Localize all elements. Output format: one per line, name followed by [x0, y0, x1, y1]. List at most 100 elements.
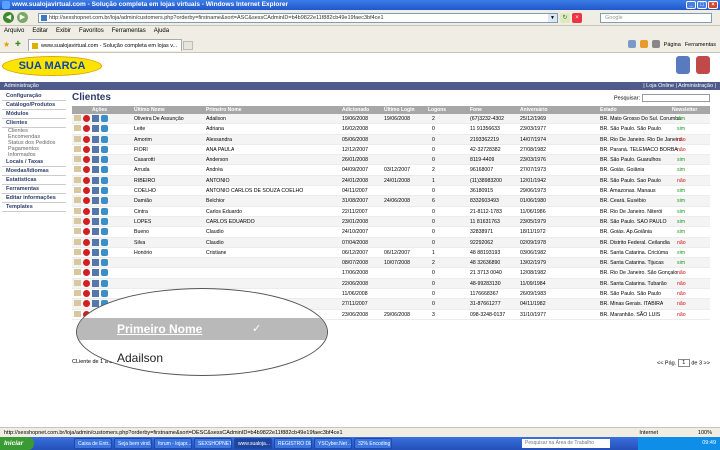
delete-icon[interactable] — [83, 197, 90, 205]
col-newsletter[interactable]: Newsletter — [672, 106, 697, 114]
email-icon[interactable] — [101, 279, 108, 287]
edit-icon[interactable] — [74, 228, 81, 235]
delete-icon[interactable] — [83, 279, 90, 287]
col-primeiro-nome[interactable]: Primeiro Nome — [206, 106, 242, 114]
orders-icon[interactable] — [92, 156, 99, 164]
orders-icon[interactable] — [92, 166, 99, 174]
admin-links[interactable]: | Loja Online | Administração | — [643, 82, 716, 90]
edit-icon[interactable] — [74, 135, 81, 142]
menu-editar[interactable]: Editar — [32, 26, 48, 37]
orders-icon[interactable] — [92, 259, 99, 267]
sidebar-item-editar[interactable]: Editar informações — [2, 194, 66, 203]
orders-icon[interactable] — [92, 217, 99, 225]
edit-icon[interactable] — [74, 310, 81, 317]
delete-icon[interactable] — [83, 135, 90, 143]
col-ultimo-nome[interactable]: Último Nome — [134, 106, 165, 114]
delete-icon[interactable] — [83, 238, 90, 246]
email-icon[interactable] — [101, 217, 108, 225]
page-prev[interactable]: << Pág. — [657, 360, 676, 366]
delete-icon[interactable] — [83, 300, 90, 308]
orders-icon[interactable] — [92, 269, 99, 277]
delete-icon[interactable] — [83, 166, 90, 174]
email-icon[interactable] — [101, 259, 108, 267]
email-icon[interactable] — [101, 125, 108, 133]
edit-icon[interactable] — [74, 187, 81, 194]
browser-tab[interactable]: www.sualojavirtual.com - Solução complet… — [28, 39, 182, 51]
sidebar-item-modulos[interactable]: Módulos — [2, 110, 66, 119]
col-logons[interactable]: Logons — [428, 106, 446, 114]
orders-icon[interactable] — [92, 207, 99, 215]
address-dropdown-icon[interactable]: ▼ — [548, 14, 557, 22]
favorites-star-icon[interactable]: ★ — [3, 40, 10, 49]
orders-icon[interactable] — [92, 197, 99, 205]
col-ultimo-login[interactable]: Último Login — [384, 106, 415, 114]
email-icon[interactable] — [101, 248, 108, 256]
email-icon[interactable] — [101, 207, 108, 215]
email-icon[interactable] — [101, 135, 108, 143]
edit-icon[interactable] — [74, 207, 81, 214]
orders-icon[interactable] — [92, 290, 99, 298]
edit-icon[interactable] — [74, 115, 81, 121]
col-fone[interactable]: Fone — [470, 106, 482, 114]
delete-icon[interactable] — [83, 259, 90, 267]
menu-ajuda[interactable]: Ajuda — [154, 26, 169, 37]
home-icon[interactable] — [627, 40, 636, 48]
task-button[interactable]: YSCyber.Net ... — [314, 438, 352, 449]
edit-icon[interactable] — [74, 259, 81, 266]
sidebar-item-ferramentas[interactable]: Ferramentas — [2, 185, 66, 194]
col-estado[interactable]: Estado — [600, 106, 617, 114]
orders-icon[interactable] — [92, 115, 99, 122]
edit-icon[interactable] — [74, 125, 81, 132]
orders-icon[interactable] — [92, 238, 99, 246]
delete-icon[interactable] — [83, 145, 90, 153]
search-input[interactable]: Google — [600, 13, 712, 23]
delete-icon[interactable] — [83, 115, 90, 122]
delete-icon[interactable] — [83, 269, 90, 277]
col-adicionado[interactable]: Adicionado — [342, 106, 369, 114]
sidebar-item-moedas[interactable]: Moedas/Idiomas — [2, 167, 66, 176]
email-icon[interactable] — [101, 176, 108, 184]
email-icon[interactable] — [101, 197, 108, 205]
task-button[interactable]: SEXSHOPNET ... — [194, 438, 232, 449]
edit-icon[interactable] — [74, 217, 81, 224]
edit-icon[interactable] — [74, 238, 81, 245]
orders-icon[interactable] — [92, 135, 99, 143]
menu-ferramentas[interactable]: Ferramentas — [112, 26, 146, 37]
email-icon[interactable] — [101, 290, 108, 298]
task-button[interactable]: 32% Encoding — [354, 438, 392, 449]
orders-icon[interactable] — [92, 125, 99, 133]
email-icon[interactable] — [101, 228, 108, 236]
delete-icon[interactable] — [83, 156, 90, 164]
refresh-icon[interactable]: ↻ — [560, 13, 570, 23]
edit-icon[interactable] — [74, 156, 81, 163]
edit-icon[interactable] — [74, 145, 81, 152]
delete-icon[interactable] — [83, 125, 90, 133]
orders-icon[interactable] — [92, 279, 99, 287]
delete-icon[interactable] — [83, 228, 90, 236]
feeds-icon[interactable] — [639, 40, 648, 48]
edit-icon[interactable] — [74, 166, 81, 173]
orders-icon[interactable] — [92, 228, 99, 236]
email-icon[interactable] — [101, 238, 108, 246]
tools-menu[interactable]: Ferramentas — [685, 40, 716, 50]
sidebar-item-estatisticas[interactable]: Estatísticas — [2, 176, 66, 185]
task-button[interactable]: forum - lojapr... — [154, 438, 192, 449]
start-button[interactable]: Iniciar — [0, 437, 34, 450]
menu-favoritos[interactable]: Favoritos — [79, 26, 104, 37]
edit-icon[interactable] — [74, 290, 81, 297]
email-icon[interactable] — [101, 145, 108, 153]
email-icon[interactable] — [101, 166, 108, 174]
orders-icon[interactable] — [92, 145, 99, 153]
delete-icon[interactable] — [83, 187, 90, 195]
forward-icon[interactable]: ▶ — [17, 12, 28, 23]
email-icon[interactable] — [101, 115, 108, 122]
edit-icon[interactable] — [74, 176, 81, 183]
task-button[interactable]: REGISTRO DE... — [274, 438, 312, 449]
task-button-active[interactable]: www.sualoja... — [234, 438, 272, 449]
task-button[interactable]: Caixa de Entr... — [74, 438, 112, 449]
minimize-button[interactable]: _ — [686, 1, 696, 9]
new-tab-button[interactable] — [183, 41, 193, 50]
sidebar-item-configuracao[interactable]: Configuração — [2, 92, 66, 101]
add-favorite-icon[interactable]: ✚ — [15, 40, 21, 48]
orders-icon[interactable] — [92, 248, 99, 256]
